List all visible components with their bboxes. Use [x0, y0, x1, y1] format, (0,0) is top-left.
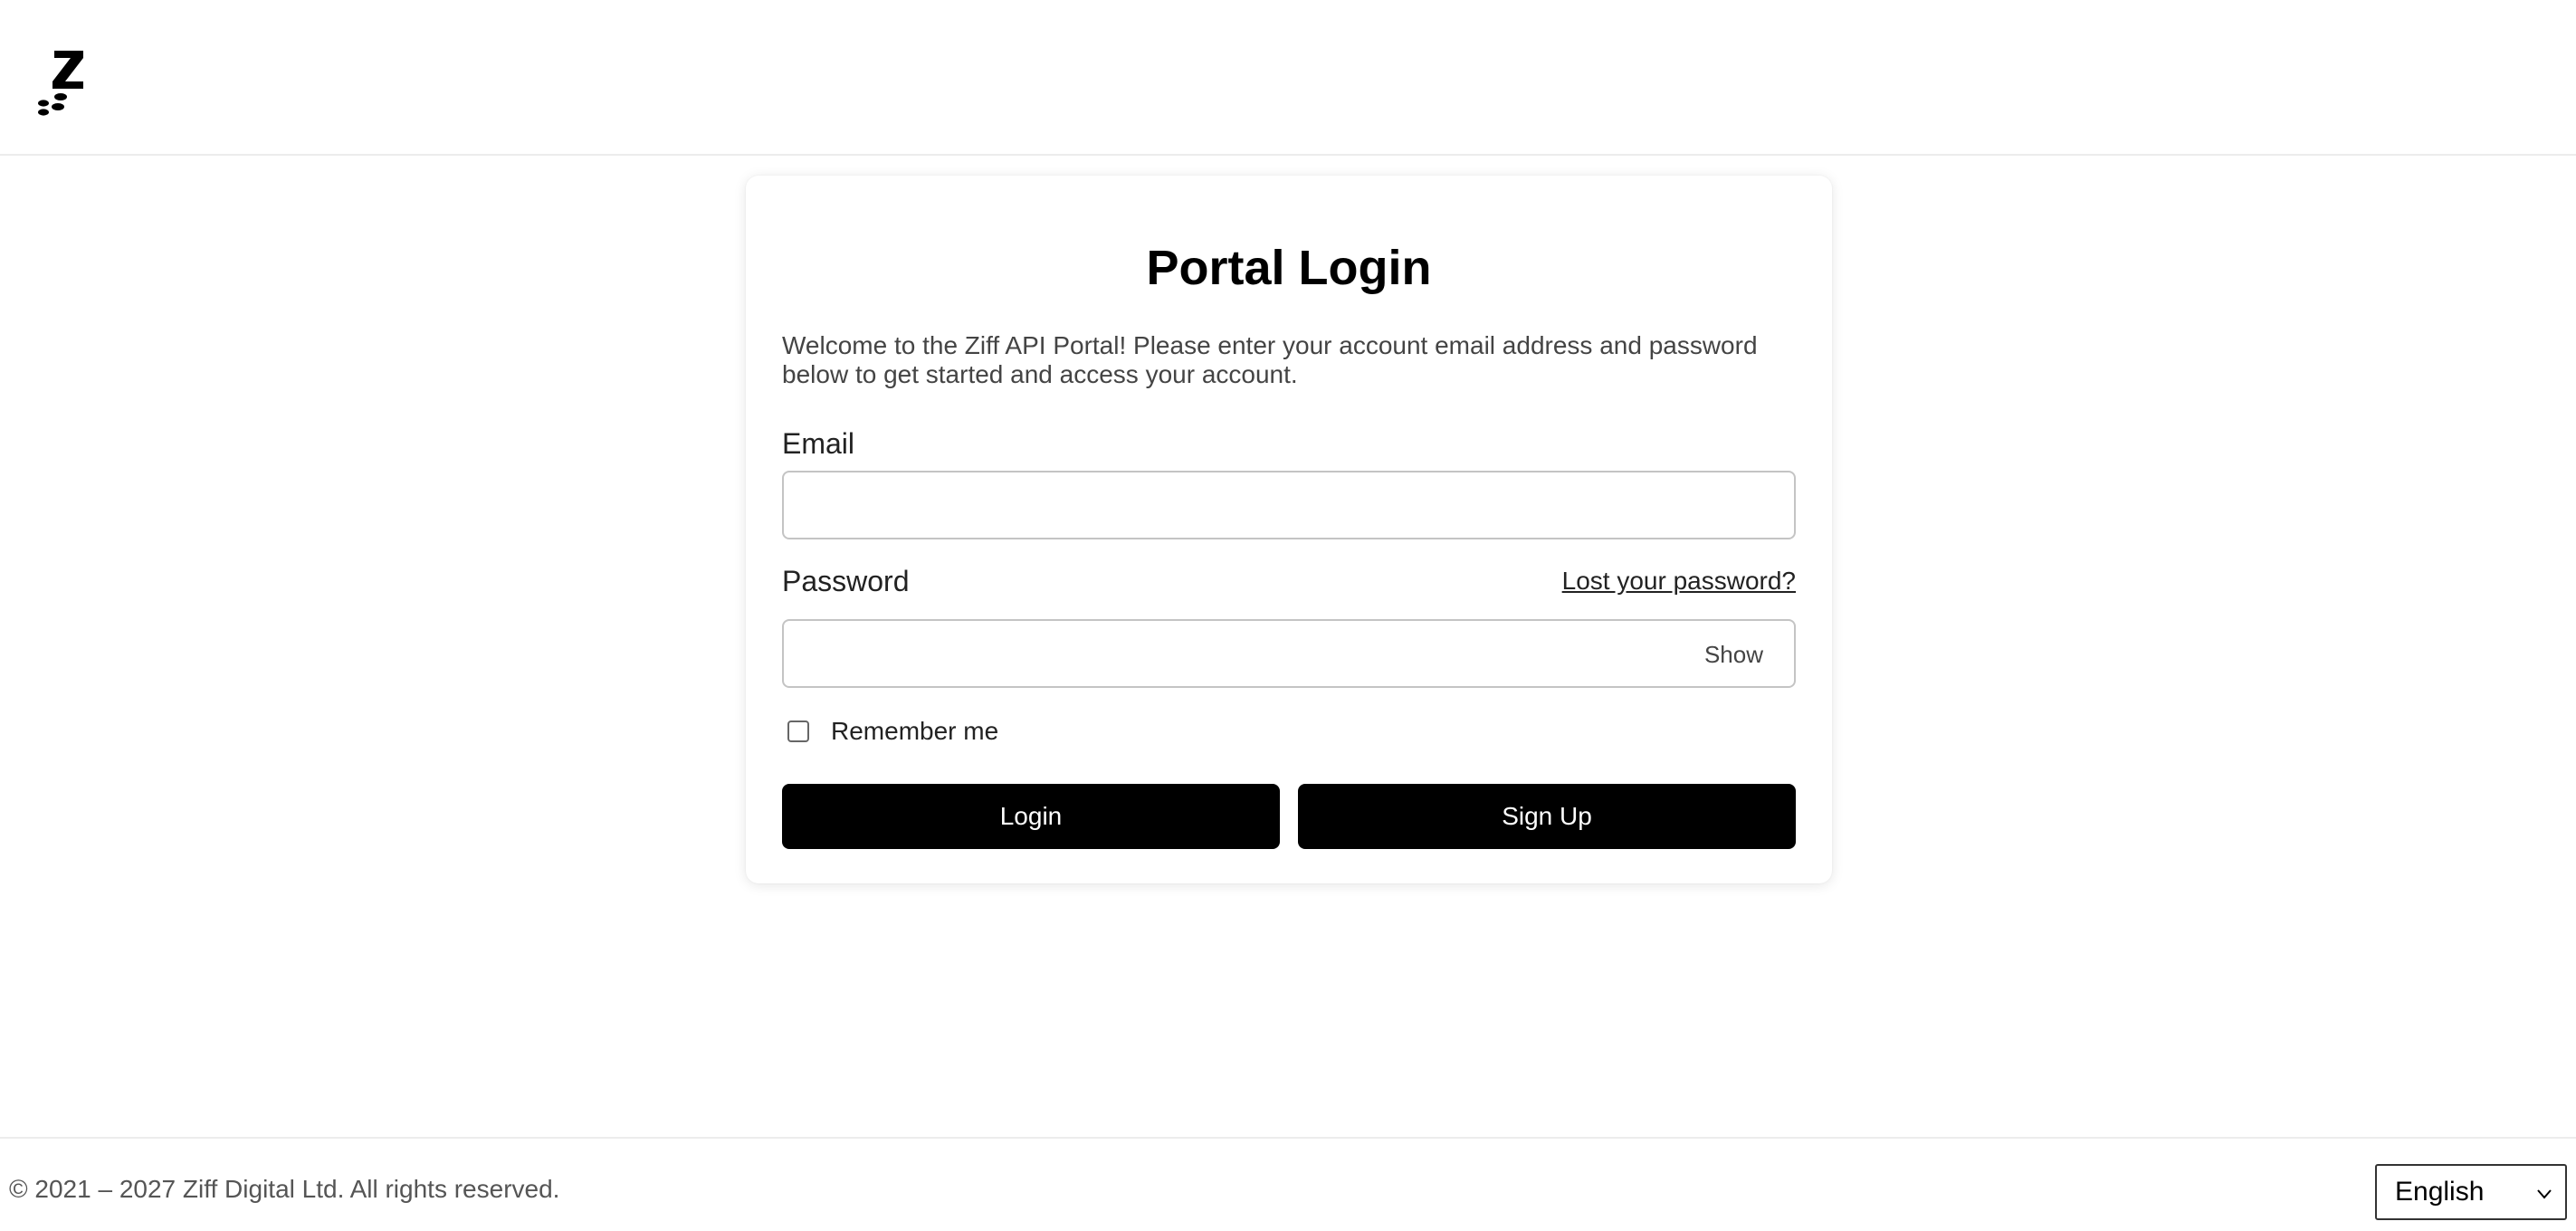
- email-label: Email: [782, 427, 855, 460]
- intro-text: Welcome to the Ziff API Portal! Please e…: [782, 331, 1758, 388]
- ziff-logo-icon[interactable]: [36, 49, 89, 118]
- page-title: Portal Login: [1146, 241, 1432, 295]
- copyright-text: © 2021 – 2027 Ziff Digital Ltd. All righ…: [9, 1175, 560, 1203]
- chevron-down-icon: [2537, 1189, 2552, 1199]
- site-header: [0, 0, 2576, 156]
- language-selected-value: English: [2395, 1177, 2485, 1207]
- show-password-button[interactable]: Show: [1704, 641, 1763, 669]
- login-card: Portal Login Welcome to the Ziff API Por…: [746, 176, 1832, 883]
- signup-button[interactable]: Sign Up: [1298, 784, 1796, 849]
- remember-me-row[interactable]: Remember me: [787, 717, 998, 746]
- login-button[interactable]: Login: [782, 784, 1280, 849]
- remember-me-checkbox[interactable]: [787, 720, 809, 742]
- password-field[interactable]: Show: [782, 619, 1796, 688]
- lost-password-link[interactable]: Lost your password?: [1562, 567, 1796, 596]
- language-select[interactable]: English: [2375, 1164, 2567, 1220]
- remember-me-label[interactable]: Remember me: [831, 717, 998, 746]
- password-label: Password: [782, 565, 910, 597]
- site-footer: © 2021 – 2027 Ziff Digital Ltd. All righ…: [0, 1137, 2576, 1231]
- email-field[interactable]: [782, 471, 1796, 539]
